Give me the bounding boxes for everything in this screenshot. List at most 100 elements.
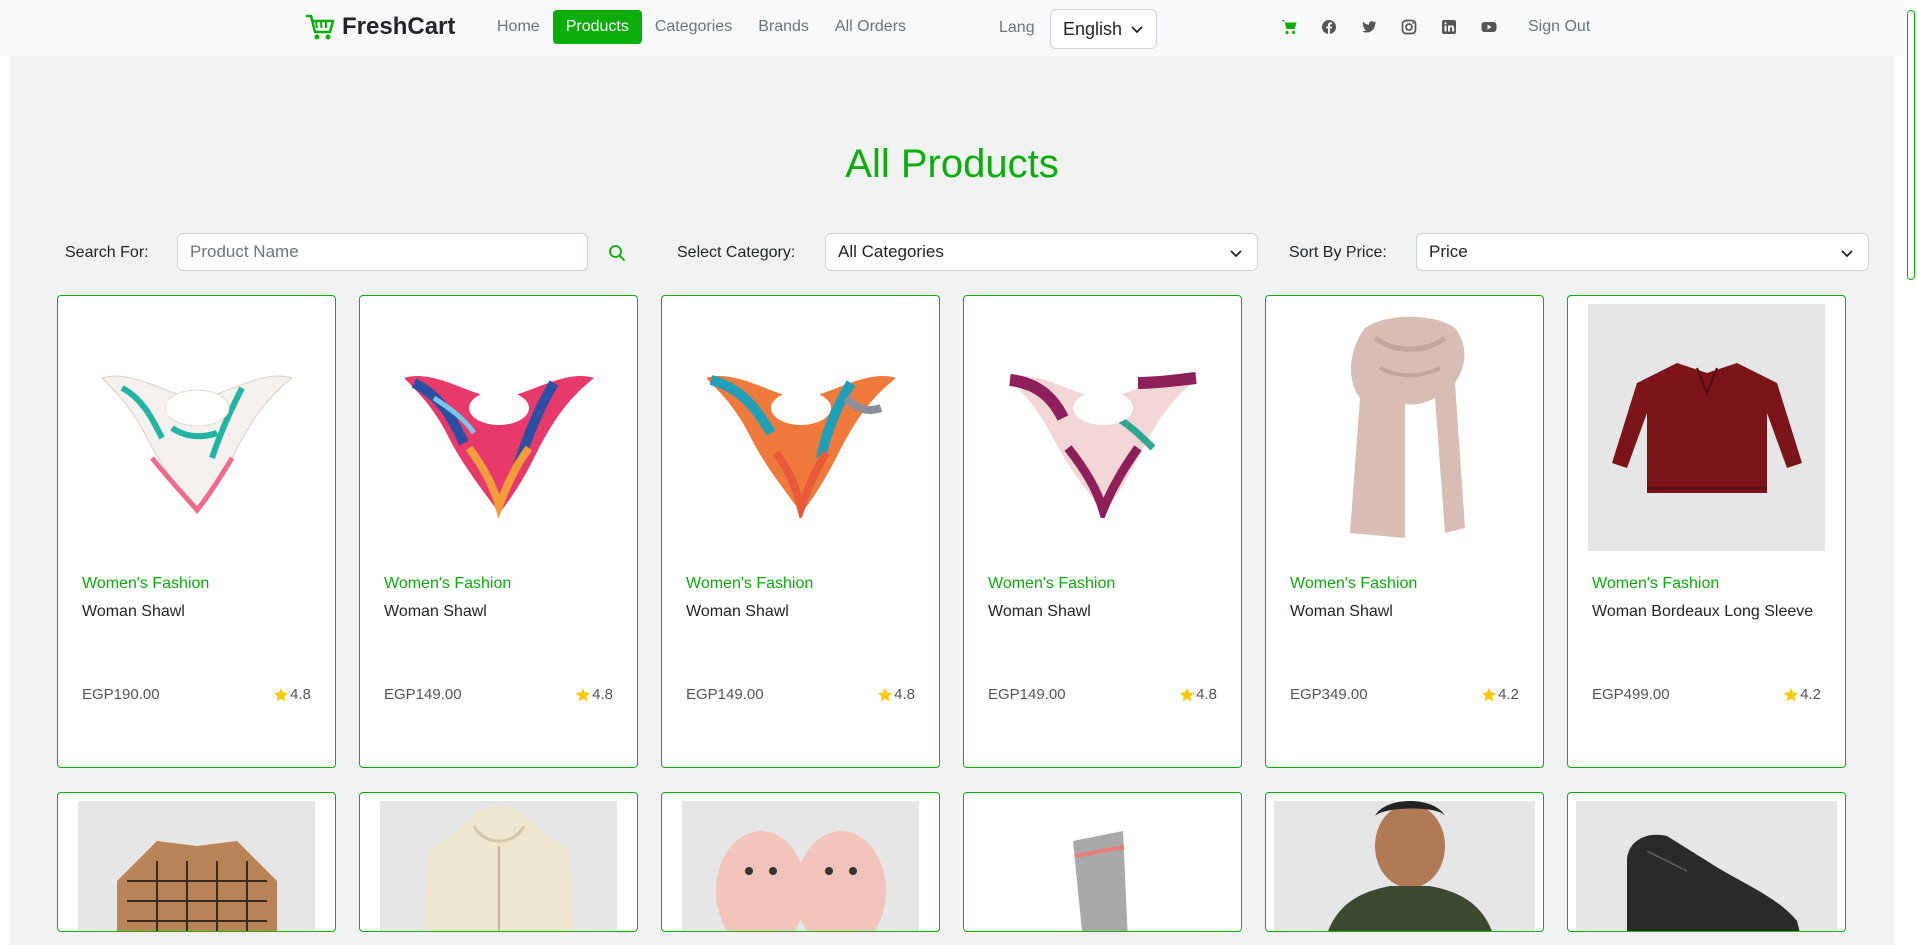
brand-name: FreshCart (342, 13, 456, 40)
product-category: Women's Fashion (988, 575, 1116, 592)
product-price: EGP149.00 (384, 686, 462, 703)
shawl-image (705, 374, 896, 518)
rating-value: 4.8 (592, 686, 613, 703)
rating-value: 4.2 (1800, 686, 1821, 703)
brand-logo[interactable]: FreshCart (304, 12, 455, 42)
product-image (678, 304, 923, 551)
twitter-icon[interactable] (1360, 18, 1378, 36)
shawl-image (403, 375, 594, 518)
product-image (1576, 801, 1837, 931)
product-card[interactable] (359, 792, 638, 932)
star-icon (878, 687, 893, 701)
search-placeholder: Product Name (190, 242, 299, 261)
chevron-down-icon (1841, 250, 1853, 258)
product-image (1282, 304, 1527, 551)
youtube-icon[interactable] (1480, 18, 1498, 36)
product-card[interactable] (57, 792, 336, 932)
product-image (980, 304, 1225, 551)
page-right-border (1894, 56, 1904, 945)
product-image (1274, 801, 1535, 931)
product-price: EGP349.00 (1290, 686, 1368, 703)
product-rating: 4.2 (1481, 686, 1519, 703)
product-card[interactable]: Women's Fashion Woman Shawl EGP190.00 4.… (57, 295, 336, 768)
star-icon (274, 687, 289, 701)
search-icon[interactable] (608, 244, 626, 262)
shirt-image (1611, 362, 1802, 493)
instagram-icon[interactable] (1400, 18, 1418, 36)
product-price: EGP149.00 (686, 686, 764, 703)
product-card[interactable]: Women's Fashion Woman Shawl EGP149.00 4.… (359, 295, 638, 768)
product-price: EGP190.00 (82, 686, 160, 703)
boot-image (1626, 834, 1799, 931)
navbar: FreshCart Home Products Categories Brand… (0, 0, 1917, 56)
nav-links: Home Products Categories Brands All Orde… (484, 10, 919, 44)
product-card[interactable] (963, 792, 1242, 932)
product-image (78, 801, 315, 931)
star-icon (1784, 687, 1799, 701)
sort-value: Price (1429, 242, 1468, 261)
chevron-down-icon (1230, 250, 1242, 258)
nav-home[interactable]: Home (484, 10, 553, 44)
product-card[interactable]: Women's Fashion Woman Shawl EGP149.00 4.… (661, 295, 940, 768)
sort-label: Sort By Price: (1289, 244, 1387, 261)
product-name: Woman Shawl (988, 603, 1091, 620)
category-select[interactable]: All Categories (825, 233, 1258, 271)
social-links: Sign Out (1280, 18, 1590, 36)
man-tshirt-image (1327, 801, 1492, 931)
category-value: All Categories (838, 242, 944, 261)
product-rating: 4.8 (273, 686, 311, 703)
product-category: Women's Fashion (1290, 575, 1418, 592)
product-image (380, 801, 617, 931)
product-card[interactable]: Women's Fashion Woman Bordeaux Long Slee… (1567, 295, 1846, 768)
product-price: EGP149.00 (988, 686, 1066, 703)
product-card[interactable] (661, 792, 940, 932)
product-image (376, 304, 621, 551)
product-rating: 4.8 (877, 686, 915, 703)
star-icon (1180, 687, 1195, 701)
page-left-border (0, 56, 10, 945)
product-category: Women's Fashion (384, 575, 512, 592)
product-image (1588, 304, 1825, 551)
nav-all-orders[interactable]: All Orders (822, 10, 919, 44)
product-image (984, 801, 1221, 931)
product-card[interactable] (1567, 792, 1846, 932)
linkedin-icon[interactable] (1440, 18, 1458, 36)
product-price: EGP499.00 (1592, 686, 1670, 703)
product-name: Woman Shawl (82, 603, 185, 620)
facebook-icon[interactable] (1320, 18, 1338, 36)
product-name: Woman Shawl (384, 603, 487, 620)
sign-out-link[interactable]: Sign Out (1528, 18, 1590, 36)
search-input[interactable]: Product Name (177, 233, 588, 271)
shawl-image (100, 375, 293, 514)
rating-value: 4.8 (894, 686, 915, 703)
hoodie-image (424, 806, 573, 931)
product-rating: 4.8 (1179, 686, 1217, 703)
product-category: Women's Fashion (1592, 575, 1720, 592)
lang-select[interactable]: English (1050, 9, 1157, 49)
product-name: Woman Bordeaux Long Sleeve (1592, 603, 1814, 620)
rating-value: 4.8 (290, 686, 311, 703)
product-card[interactable] (1265, 792, 1544, 932)
star-icon (576, 687, 591, 701)
product-image (682, 801, 919, 931)
plaid-shirt-image (116, 841, 277, 931)
cart-icon[interactable] (1280, 18, 1298, 36)
scrollbar-thumb[interactable] (1907, 10, 1915, 280)
slippers-image (715, 831, 886, 931)
shawl-image (1007, 371, 1198, 518)
product-name: Woman Shawl (1290, 603, 1393, 620)
sort-select[interactable]: Price (1416, 233, 1869, 271)
nav-brands[interactable]: Brands (745, 10, 822, 44)
rating-value: 4.8 (1196, 686, 1217, 703)
product-category: Women's Fashion (686, 575, 814, 592)
nav-categories[interactable]: Categories (642, 10, 745, 44)
scarf-image (1349, 316, 1465, 538)
chevron-down-icon (1131, 26, 1143, 34)
page-title: All Products (845, 142, 1059, 186)
rating-value: 4.2 (1498, 686, 1519, 703)
product-card[interactable]: Women's Fashion Woman Shawl EGP149.00 4.… (963, 295, 1242, 768)
product-card[interactable]: Women's Fashion Woman Shawl EGP349.00 4.… (1265, 295, 1544, 768)
nav-products[interactable]: Products (552, 10, 642, 44)
product-image (74, 304, 319, 551)
lang-label: Lang (999, 19, 1035, 36)
